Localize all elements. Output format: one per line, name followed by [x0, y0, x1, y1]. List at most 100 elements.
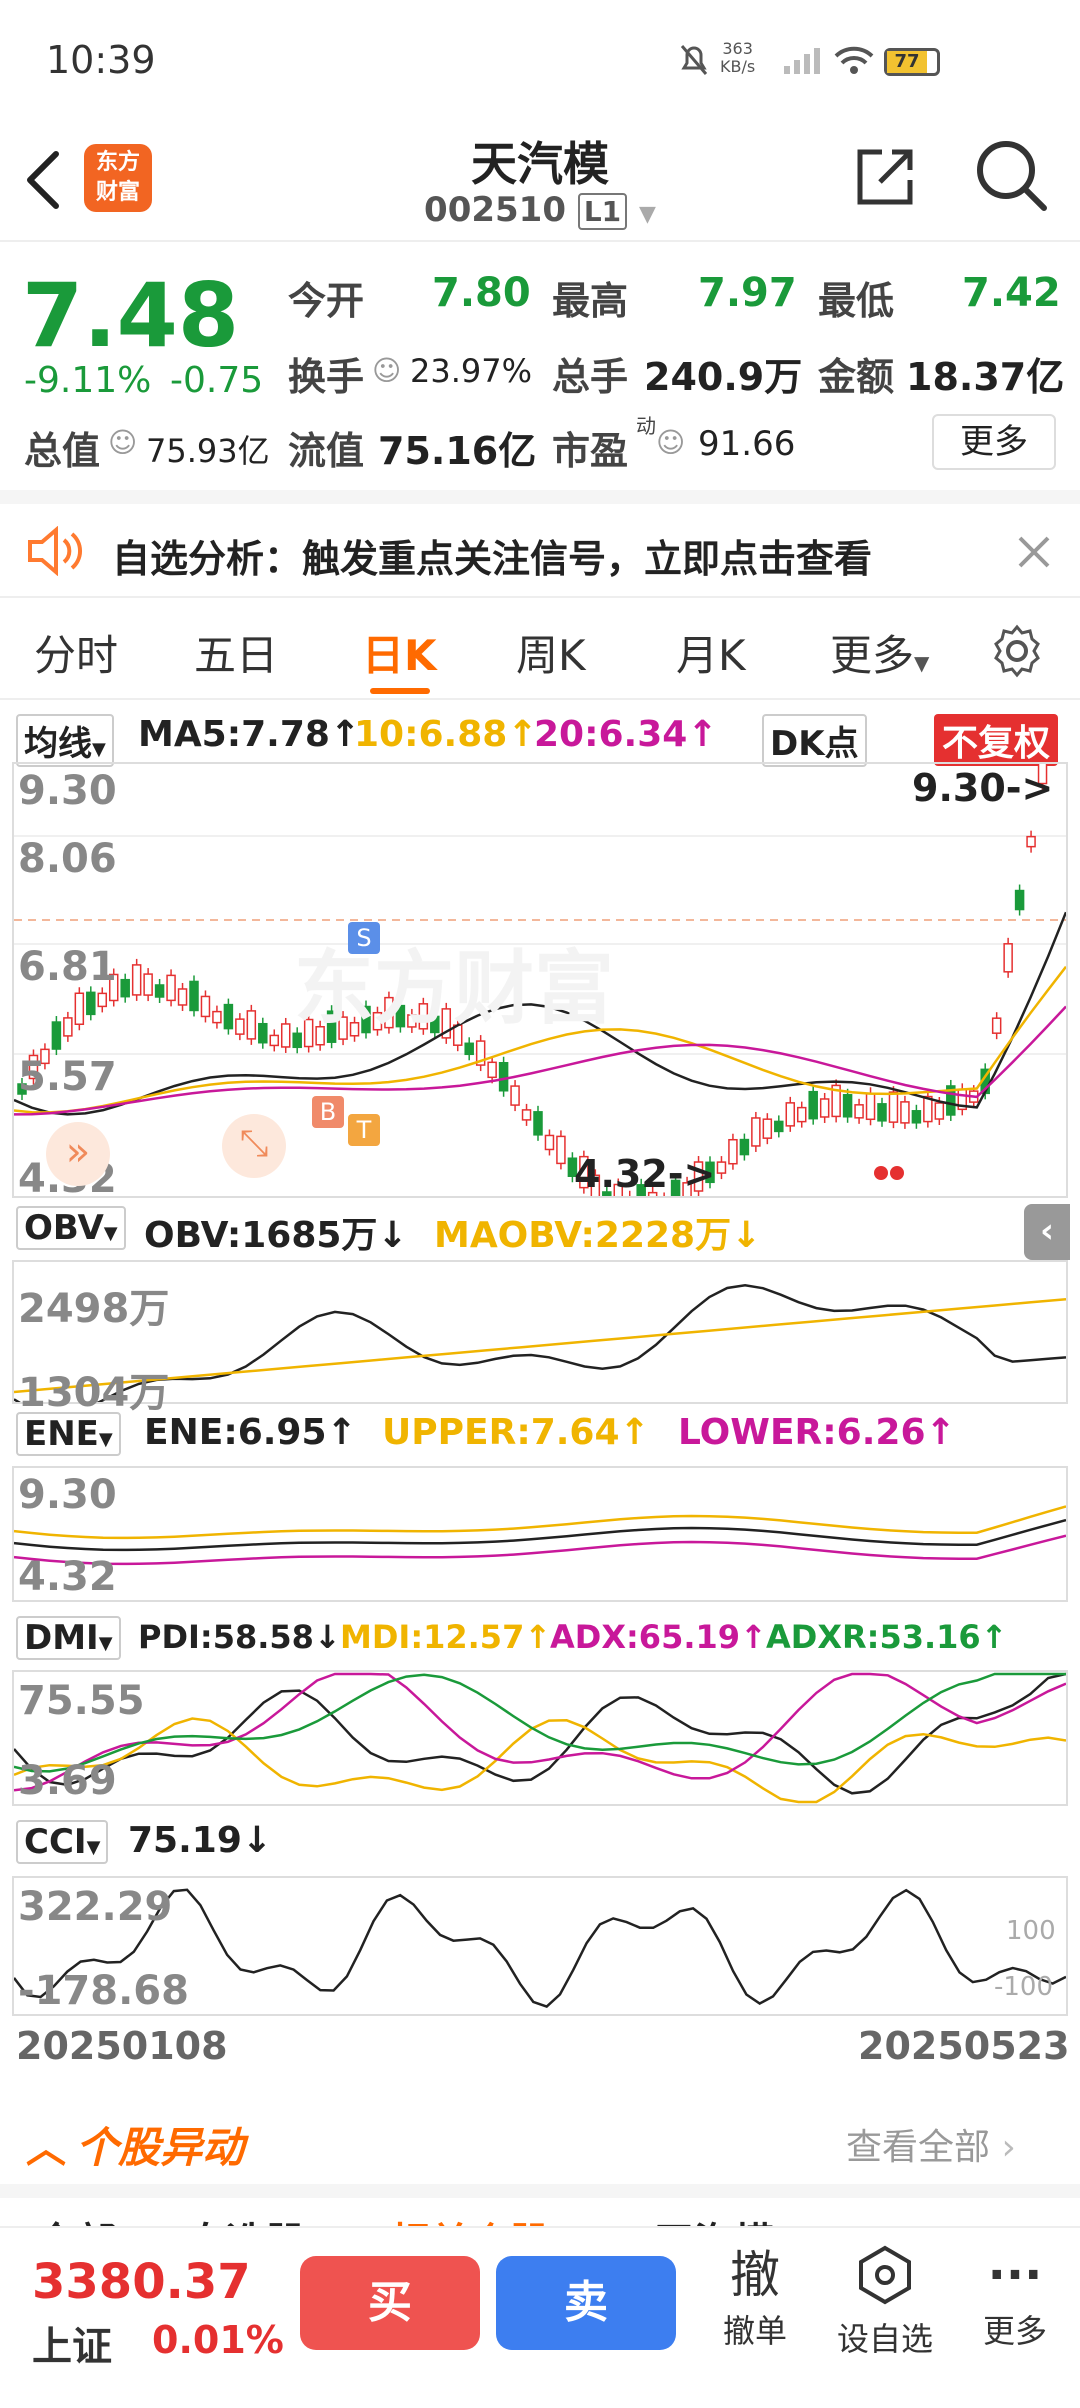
- ene-panel[interactable]: 9.30 4.32: [12, 1466, 1068, 1602]
- close-icon[interactable]: [1016, 534, 1052, 570]
- dmi-legend: DMI▼ PDI:58.58↓ MDI:12.57↑ ADX:65.19↑ AD…: [0, 1614, 1080, 1670]
- ma-selector[interactable]: 均线▼: [16, 714, 114, 767]
- index-value[interactable]: 3380.37: [32, 2254, 251, 2310]
- subtab-watchlist[interactable]: 自选股: [186, 2210, 306, 2226]
- pe-value: 91.66: [698, 424, 796, 464]
- sell-button[interactable]: 卖: [496, 2256, 676, 2350]
- obv-panel[interactable]: 2498万 1304万: [12, 1260, 1068, 1416]
- more-quote-button[interactable]: 更多: [932, 414, 1056, 470]
- y-label: 3.69: [18, 1758, 117, 1804]
- ene-line: [14, 1518, 1066, 1552]
- lower-value: LOWER:6.26↑: [678, 1412, 956, 1453]
- chart-area: 均线▼ MA5:7.78↑ 10:6.88↑ 20:6.34↑ DK点 不复权 …: [0, 700, 1080, 2100]
- analysis-banner[interactable]: 自选分析：触发重点关注信号，立即点击查看: [0, 490, 1080, 598]
- share-icon[interactable]: [852, 144, 916, 208]
- y-label: 9.30: [18, 1472, 117, 1518]
- event-dot[interactable]: [874, 1166, 888, 1180]
- t-signal-tag[interactable]: T: [348, 1114, 380, 1146]
- search-icon[interactable]: [974, 138, 1048, 212]
- candle: [785, 1102, 796, 1127]
- gear-icon[interactable]: [990, 624, 1044, 678]
- index-change: 0.01%: [152, 2318, 284, 2362]
- adx-value: ADX:65.19↑: [550, 1618, 767, 1656]
- open-value: 7.80: [432, 270, 531, 316]
- cci-panel[interactable]: 322.29 -178.68 100 -100: [12, 1876, 1068, 2016]
- subtab-stock[interactable]: 天汽模: [654, 2210, 774, 2226]
- expand-left-icon[interactable]: »: [46, 1122, 110, 1186]
- high-label: 最高: [552, 279, 629, 323]
- cancel-order-button[interactable]: 撤 撤单: [700, 2244, 810, 2352]
- mute-icon: [680, 45, 708, 75]
- candle: [498, 1062, 509, 1092]
- chevron-down-icon: ▼: [92, 739, 106, 760]
- candle: [877, 1103, 887, 1122]
- chevron-up-icon[interactable]: ︿: [26, 2116, 66, 2174]
- tab-zhouk[interactable]: 周K: [516, 622, 586, 683]
- level-badge: L1: [577, 193, 628, 230]
- candle: [900, 1101, 910, 1124]
- candle: [533, 1111, 543, 1136]
- chevron-down-icon: ▼: [86, 1837, 101, 1858]
- more-button[interactable]: ··· 更多: [960, 2244, 1070, 2352]
- stock-code-row[interactable]: 002510 L1 ▼: [0, 190, 1080, 230]
- banner-text: 自选分析：触发重点关注信号，立即点击查看: [112, 537, 873, 581]
- kline-panel[interactable]: 东方财富 9.30 8.06 6.81 5.57 4.32 9.30-> 4.3…: [12, 762, 1068, 1202]
- obv-value: OBV:1685万↓: [144, 1215, 408, 1256]
- candle: [487, 1061, 497, 1079]
- cci-selector[interactable]: CCI▼: [16, 1820, 109, 1864]
- tab-wuri[interactable]: 五日: [194, 622, 278, 683]
- tab-fenshi[interactable]: 分时: [34, 622, 118, 683]
- signal-icon: [784, 48, 820, 74]
- adxr-value: ADXR:53.16↑: [766, 1618, 1008, 1656]
- change-value: -0.75: [170, 360, 264, 401]
- candle: [166, 974, 176, 1002]
- collapse-panel-icon[interactable]: ‹: [1024, 1204, 1070, 1260]
- tab-yuek[interactable]: 月K: [676, 622, 746, 683]
- y-label: 5.57: [18, 1054, 117, 1100]
- view-all-link[interactable]: 查看全部 ›: [846, 2118, 1016, 2170]
- candle: [177, 988, 188, 1006]
- candle: [1003, 943, 1013, 973]
- candle: [739, 1138, 750, 1156]
- s-signal-tag[interactable]: S: [348, 922, 380, 954]
- buy-button[interactable]: 买: [300, 2256, 480, 2350]
- event-dot[interactable]: [890, 1166, 904, 1180]
- clock: 10:39: [46, 38, 156, 82]
- info-icon[interactable]: ☺: [108, 426, 137, 459]
- obv-selector[interactable]: OBV▼: [16, 1206, 126, 1250]
- dk-point-selector[interactable]: DK点: [762, 714, 867, 767]
- cci-value: 75.19↓: [128, 1820, 273, 1861]
- candle: [934, 1102, 945, 1120]
- ene-selector[interactable]: ENE▼: [16, 1412, 121, 1456]
- b-signal-tag[interactable]: B: [312, 1096, 344, 1128]
- chevron-down-icon: ▼: [103, 1223, 118, 1244]
- candle: [86, 991, 96, 1016]
- candle: [808, 1090, 818, 1120]
- info-icon[interactable]: ☺: [656, 426, 685, 459]
- tab-rik[interactable]: 日K: [362, 622, 437, 683]
- candle: [888, 1091, 899, 1123]
- fullscreen-icon[interactable]: ⤡: [222, 1114, 286, 1178]
- subtab-related[interactable]: 相关个股: [390, 2210, 550, 2226]
- maobv-value: MAOBV:2228万↓: [434, 1215, 762, 1256]
- y-label: 322.29: [18, 1884, 173, 1930]
- candle: [258, 1022, 268, 1044]
- cancel-icon: 撤: [730, 2246, 780, 2304]
- max-price-tag: 9.30->: [912, 766, 1054, 810]
- add-watchlist-button[interactable]: 设自选: [830, 2244, 940, 2360]
- tab-more[interactable]: 更多▼: [830, 622, 929, 683]
- dmi-selector[interactable]: DMI▼: [16, 1616, 121, 1660]
- candle: [74, 992, 85, 1026]
- subtab-all[interactable]: 全部: [36, 2210, 116, 2226]
- low-value: 7.42: [962, 270, 1061, 316]
- y-label: 8.06: [18, 836, 117, 882]
- mktcap-label: 总值: [24, 429, 101, 473]
- info-icon[interactable]: ☺: [372, 354, 401, 387]
- candle: [131, 964, 142, 996]
- adjust-toggle[interactable]: 不复权: [934, 714, 1059, 766]
- dmi-panel[interactable]: 75.55 3.69: [12, 1670, 1068, 1806]
- candle: [212, 1010, 222, 1024]
- candle: [464, 1042, 474, 1056]
- active-tab-indicator: [370, 688, 430, 694]
- candle: [819, 1098, 830, 1118]
